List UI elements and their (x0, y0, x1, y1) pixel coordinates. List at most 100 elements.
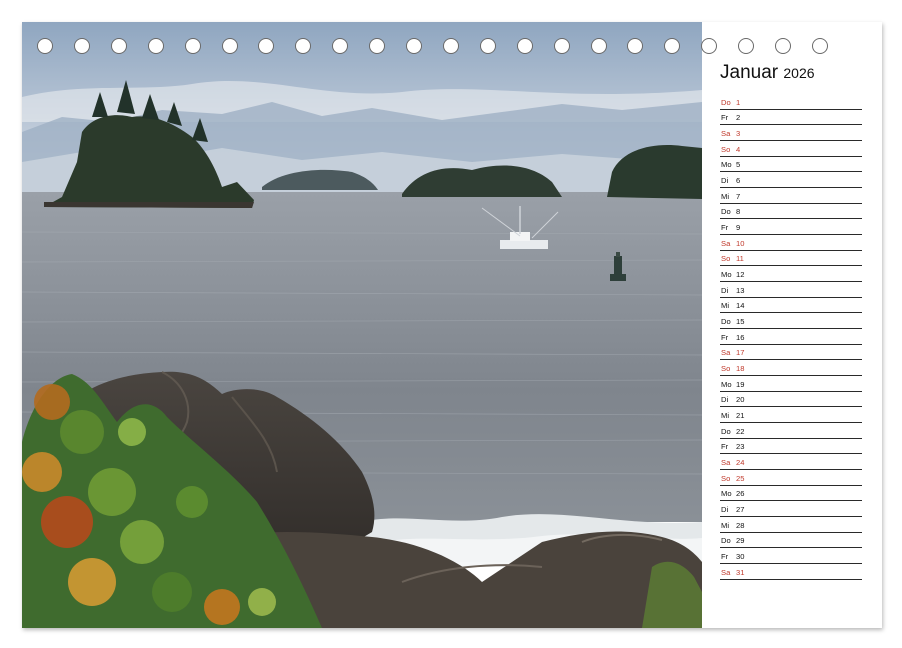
day-number: 19 (736, 379, 745, 389)
day-number: 25 (736, 473, 745, 483)
weekday-label: Di (721, 395, 729, 405)
year-label: 2026 (783, 65, 815, 81)
day-row: Mo 12 (720, 266, 862, 283)
day-number: 2 (736, 113, 741, 123)
binding-hole (627, 38, 644, 54)
day-number: 28 (736, 520, 745, 530)
day-number: 8 (736, 207, 741, 217)
day-number: 17 (736, 348, 745, 358)
day-row: Di 20 (720, 392, 862, 408)
weekday-label: Mo (721, 270, 732, 280)
day-number: 10 (736, 238, 745, 248)
binding-hole (147, 38, 164, 54)
weekday-label: Do (721, 317, 731, 327)
day-row: Sa 24 (720, 454, 862, 471)
day-number: 18 (736, 364, 745, 374)
day-row: So 4 (720, 141, 862, 157)
day-row: Mi 21 (720, 407, 862, 424)
day-number: 27 (736, 505, 745, 515)
day-number: 3 (736, 129, 741, 139)
weekday-label: Sa (721, 458, 731, 468)
binding-hole (295, 38, 312, 54)
day-number: 15 (736, 317, 745, 327)
day-row: Do 8 (720, 204, 862, 220)
weekday-label: Di (721, 505, 729, 515)
day-row: Fr 23 (720, 439, 862, 455)
weekday-label: Sa (721, 129, 731, 139)
day-row: Mo 19 (720, 376, 862, 392)
binding-hole (442, 38, 459, 54)
day-number: 13 (736, 285, 745, 295)
binding-hole (73, 38, 90, 54)
weekday-label: Fr (721, 442, 729, 452)
day-number: 1 (736, 97, 741, 107)
binding-hole (479, 38, 496, 54)
day-number: 30 (736, 552, 745, 562)
weekday-label: Sa (721, 238, 731, 248)
day-row: Fr 16 (720, 329, 862, 345)
day-number: 14 (736, 301, 745, 311)
calendar-column: Januar 2026 Do 1 Fr 2 Sa 3 So 4 Mo 5 Di 6 Mi 7 Do 8 Fr 9 S… (702, 22, 882, 628)
binding-hole (738, 38, 755, 54)
day-row: Do 1 (720, 94, 862, 110)
day-number: 20 (736, 395, 745, 405)
weekday-label: Fr (721, 113, 729, 123)
binding-hole (332, 38, 349, 54)
day-row: Fr 2 (720, 110, 862, 126)
weekday-label: So (721, 473, 731, 483)
weekday-label: Mi (721, 520, 730, 530)
weekday-label: So (721, 364, 731, 374)
weekday-label: Di (721, 176, 729, 186)
day-row: Mo 26 (720, 486, 862, 502)
day-row: Sa 17 (720, 345, 862, 361)
weekday-label: Mo (721, 379, 732, 389)
weekday-label: Fr (721, 332, 729, 342)
day-number: 6 (736, 176, 741, 186)
day-number: 21 (736, 411, 745, 421)
day-row: Mi 28 (720, 517, 862, 533)
month-name: Januar (720, 62, 779, 83)
day-row: Di 27 (720, 501, 862, 518)
binding-hole (811, 38, 828, 54)
day-row: Sa 31 (720, 564, 862, 580)
day-number: 11 (736, 254, 744, 264)
day-number: 24 (736, 458, 745, 468)
day-number: 9 (736, 223, 741, 233)
binding-hole (553, 38, 570, 54)
binding-hole (221, 38, 238, 54)
weekday-label: Fr (721, 552, 729, 562)
binding-hole (184, 38, 201, 54)
day-row: Mi 7 (720, 188, 862, 204)
spiral-binding-holes (22, 38, 882, 58)
binding-hole (258, 38, 275, 54)
day-row: Fr 30 (720, 548, 862, 565)
day-row: Di 13 (720, 282, 862, 298)
binding-hole (701, 38, 718, 54)
weekday-label: So (721, 144, 731, 154)
weekday-label: Di (721, 285, 729, 295)
day-row: Do 15 (720, 313, 862, 330)
weekday-label: So (721, 254, 731, 264)
weekday-label: Mo (721, 160, 732, 170)
day-row: So 25 (720, 470, 862, 486)
day-number: 29 (736, 536, 745, 546)
binding-hole (110, 38, 127, 54)
binding-hole (37, 38, 53, 54)
binding-hole (406, 38, 422, 54)
weekday-label: Do (721, 97, 731, 107)
weekday-label: Fr (721, 223, 729, 233)
weekday-label: Mo (721, 489, 732, 499)
weekday-label: Sa (721, 348, 731, 358)
day-number: 22 (736, 426, 745, 436)
day-number: 5 (736, 160, 741, 170)
weekday-label: Do (721, 426, 731, 436)
day-number: 23 (736, 442, 745, 452)
month-title: Januar 2026 (720, 62, 815, 84)
day-row: Sa 3 (720, 125, 862, 142)
binding-hole (664, 38, 681, 54)
weekday-label: Do (721, 207, 731, 217)
day-number: 4 (736, 144, 741, 154)
coastal-landscape-photo (22, 22, 702, 628)
day-row: So 18 (720, 360, 862, 377)
binding-hole (369, 38, 386, 54)
